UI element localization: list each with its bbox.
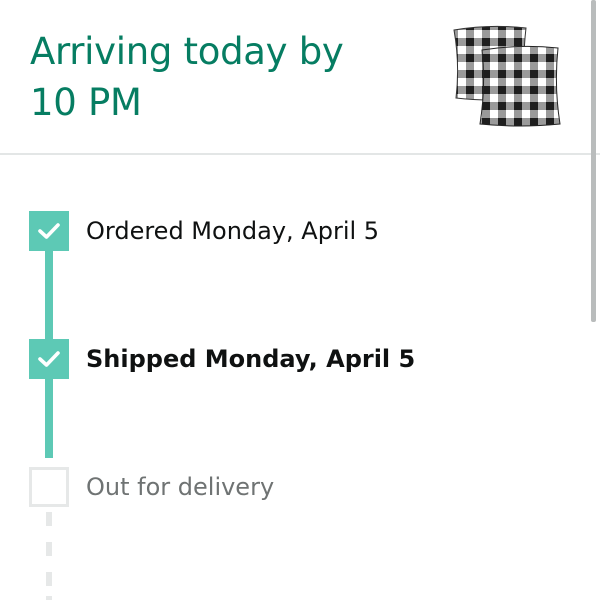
status-title-line2: 10 PM: [30, 81, 142, 124]
step-shipped-check-box: [29, 339, 69, 379]
progress-track-dash: [46, 572, 52, 586]
product-thumbnail[interactable]: [450, 22, 565, 132]
step-out-for-delivery-box: [29, 467, 69, 507]
step-shipped-label: Shipped Monday, April 5: [86, 345, 416, 373]
checkmark-icon: [38, 223, 60, 239]
delivery-status-title: Arriving today by 10 PM: [30, 26, 410, 128]
progress-track-dash: [46, 596, 52, 600]
checkmark-icon: [38, 351, 60, 367]
buffalo-check-pillows-image: [453, 25, 561, 127]
status-title-line1: Arriving today by: [30, 30, 344, 73]
scrollbar[interactable]: [591, 0, 596, 322]
step-ordered-check-box: [29, 211, 69, 251]
progress-track-dash: [46, 512, 52, 526]
delivery-header: Arriving today by 10 PM: [0, 0, 600, 155]
step-out-for-delivery-label: Out for delivery: [86, 473, 275, 501]
progress-track-dash: [46, 542, 52, 556]
step-ordered-label: Ordered Monday, April 5: [86, 217, 380, 245]
